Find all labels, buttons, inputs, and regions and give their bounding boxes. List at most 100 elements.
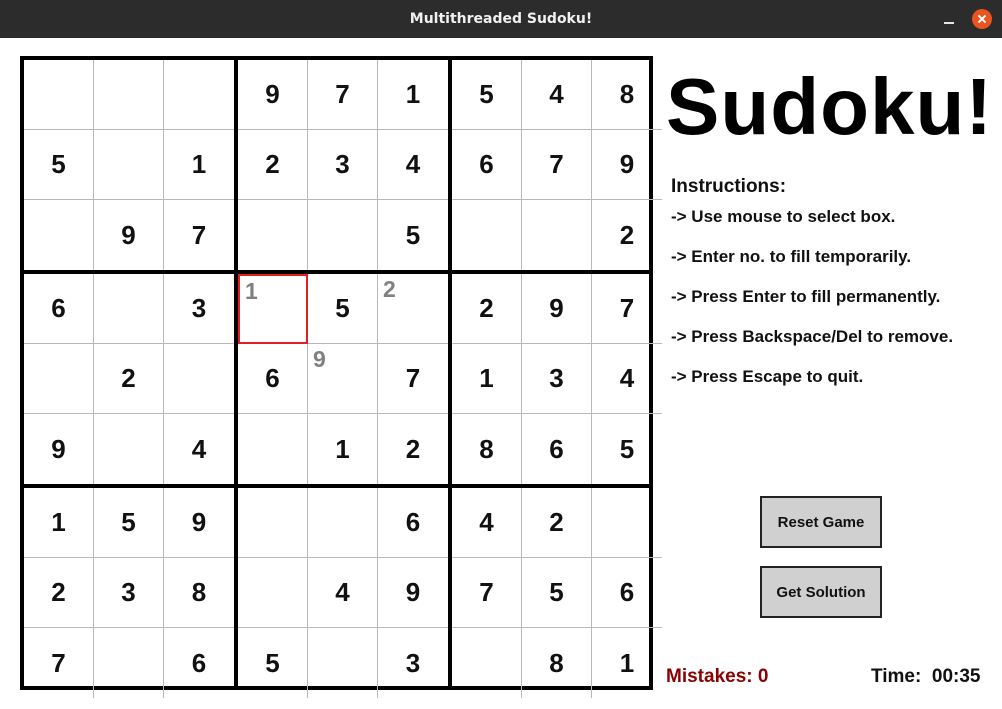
cell-value: 7 <box>619 293 635 323</box>
cell-value: 2 <box>479 293 494 323</box>
sudoku-cell[interactable]: 9 <box>94 200 164 270</box>
sudoku-cell[interactable]: 1 <box>238 274 308 344</box>
sudoku-cell[interactable]: 4 <box>308 558 378 628</box>
sudoku-cell[interactable] <box>94 130 164 200</box>
sudoku-cell[interactable]: 1 <box>24 488 94 558</box>
sudoku-cell[interactable] <box>164 60 234 130</box>
sudoku-cell[interactable]: 1 <box>452 344 522 414</box>
sudoku-cell[interactable] <box>94 628 164 698</box>
sudoku-cell[interactable] <box>522 200 592 270</box>
sudoku-cell[interactable]: 8 <box>522 628 592 698</box>
sudoku-cell[interactable]: 2 <box>378 414 448 484</box>
sudoku-cell[interactable]: 7 <box>24 628 94 698</box>
sudoku-cell[interactable]: 4 <box>522 60 592 130</box>
sudoku-cell[interactable] <box>238 558 308 628</box>
sudoku-cell[interactable] <box>94 414 164 484</box>
sudoku-cell[interactable]: 3 <box>94 558 164 628</box>
sudoku-cell[interactable] <box>24 60 94 130</box>
sudoku-cell[interactable] <box>308 488 378 558</box>
sudoku-cell[interactable]: 5 <box>592 414 662 484</box>
sudoku-cell[interactable] <box>592 488 662 558</box>
sudoku-cell[interactable] <box>94 274 164 344</box>
cell-value: 9 <box>191 507 207 537</box>
sudoku-cell[interactable]: 3 <box>164 274 234 344</box>
cell-value: 7 <box>191 219 207 250</box>
sudoku-cell[interactable]: 5 <box>522 558 592 628</box>
sudoku-cell[interactable]: 7 <box>522 130 592 200</box>
cell-value: 8 <box>619 79 635 109</box>
sudoku-cell[interactable] <box>24 200 94 270</box>
cell-value: 2 <box>405 433 421 464</box>
sudoku-cell[interactable]: 6 <box>24 274 94 344</box>
sudoku-cell[interactable]: 4 <box>164 414 234 484</box>
sudoku-cell[interactable]: 9 <box>522 274 592 344</box>
close-icon[interactable] <box>972 9 992 29</box>
sudoku-cell[interactable]: 4 <box>592 344 662 414</box>
sudoku-cell[interactable]: 1 <box>164 130 234 200</box>
sudoku-cell[interactable]: 5 <box>94 488 164 558</box>
cell-value: 8 <box>191 577 207 607</box>
sudoku-cell[interactable] <box>238 488 308 558</box>
sudoku-cell[interactable]: 6 <box>378 488 448 558</box>
sudoku-cell[interactable]: 5 <box>452 60 522 130</box>
sudoku-cell[interactable]: 7 <box>592 274 662 344</box>
sudoku-cell[interactable]: 3 <box>522 344 592 414</box>
sudoku-cell[interactable]: 1 <box>308 414 378 484</box>
cell-value: 2 <box>121 363 136 393</box>
sudoku-cell[interactable]: 7 <box>378 344 448 414</box>
cell-value: 3 <box>405 647 421 678</box>
sudoku-cell[interactable]: 9 <box>592 130 662 200</box>
temporary-value: 2 <box>383 276 396 302</box>
sudoku-cell[interactable]: 3 <box>378 628 448 698</box>
sudoku-cell[interactable]: 2 <box>452 274 522 344</box>
sudoku-cell[interactable]: 2 <box>24 558 94 628</box>
sudoku-cell[interactable]: 7 <box>164 200 234 270</box>
sudoku-cell[interactable]: 7 <box>452 558 522 628</box>
sudoku-cell[interactable]: 6 <box>238 344 308 414</box>
cell-value: 2 <box>549 507 564 537</box>
minimize-icon[interactable] <box>940 11 958 29</box>
sudoku-cell[interactable]: 3 <box>308 130 378 200</box>
sudoku-cell[interactable] <box>238 414 308 484</box>
sudoku-cell[interactable]: 4 <box>378 130 448 200</box>
sudoku-cell[interactable]: 2 <box>522 488 592 558</box>
sudoku-cell[interactable] <box>452 628 522 698</box>
sudoku-cell[interactable]: 4 <box>452 488 522 558</box>
get-solution-button[interactable]: Get Solution <box>760 566 882 618</box>
sudoku-cell[interactable]: 2 <box>94 344 164 414</box>
sudoku-cell[interactable]: 9 <box>378 558 448 628</box>
sudoku-cell[interactable]: 1 <box>378 60 448 130</box>
sudoku-cell[interactable]: 2 <box>378 274 448 344</box>
sudoku-cell[interactable]: 1 <box>592 628 662 698</box>
sudoku-cell[interactable] <box>308 200 378 270</box>
sudoku-cell[interactable] <box>452 200 522 270</box>
sudoku-cell[interactable]: 6 <box>592 558 662 628</box>
sudoku-cell[interactable] <box>24 344 94 414</box>
sudoku-cell[interactable]: 7 <box>308 60 378 130</box>
sudoku-cell[interactable]: 5 <box>238 628 308 698</box>
sudoku-cell[interactable]: 9 <box>164 488 234 558</box>
cell-value: 6 <box>51 293 66 323</box>
sudoku-cell[interactable]: 8 <box>592 60 662 130</box>
sudoku-cell[interactable]: 5 <box>378 200 448 270</box>
sudoku-cell[interactable] <box>94 60 164 130</box>
sudoku-board: 9715485123467997526315229726971349412865… <box>20 56 662 698</box>
sudoku-cell[interactable]: 8 <box>164 558 234 628</box>
sudoku-cell[interactable]: 2 <box>592 200 662 270</box>
sudoku-cell[interactable]: 9 <box>24 414 94 484</box>
sudoku-cell[interactable]: 9 <box>308 344 378 414</box>
sudoku-cell[interactable]: 6 <box>164 628 234 698</box>
instructions-title: Instructions: <box>671 176 787 197</box>
sudoku-cell[interactable]: 8 <box>452 414 522 484</box>
sudoku-cell[interactable]: 9 <box>238 60 308 130</box>
sudoku-cell[interactable]: 5 <box>308 274 378 344</box>
sudoku-cell[interactable]: 2 <box>238 130 308 200</box>
sudoku-cell[interactable]: 6 <box>522 414 592 484</box>
sudoku-cell[interactable] <box>308 628 378 698</box>
sudoku-cell[interactable]: 5 <box>24 130 94 200</box>
sudoku-cell[interactable]: 6 <box>452 130 522 200</box>
sudoku-cell[interactable] <box>238 200 308 270</box>
reset-game-button[interactable]: Reset Game <box>760 496 882 548</box>
sudoku-cell[interactable] <box>164 344 234 414</box>
cell-value: 5 <box>479 79 494 109</box>
